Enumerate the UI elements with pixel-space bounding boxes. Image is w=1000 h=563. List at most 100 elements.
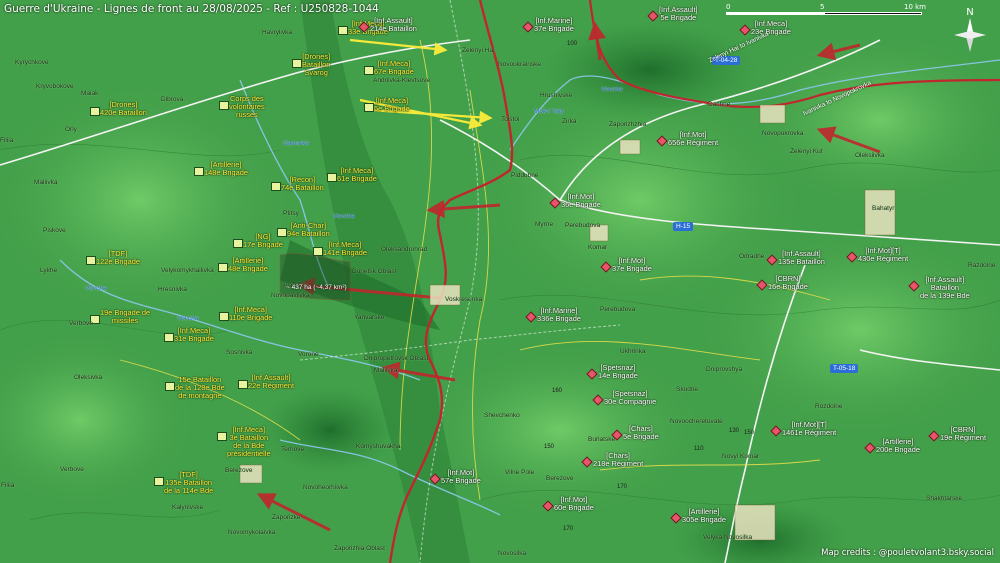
ukrainian-unit-icon [364,103,374,112]
place-label: Havrylivka [262,29,292,36]
map-title: Guerre d'Ukraine - Lignes de front au 28… [4,3,379,15]
place-label: Voskresenka [445,296,483,303]
place-label: Perebudova [565,222,601,229]
ukrainian-unit-icon [86,256,96,265]
map-credit: Map credits : @pouletvolant3.bsky.social [821,548,994,558]
russian-unit-label: [Spetsnaz] 14e Brigade [598,364,638,380]
unit-line: 305e Brigade [682,515,726,524]
unit-line: de montagne [178,391,222,400]
unit-line: Svarog [304,68,328,77]
place-label: Komyshuvakha [356,443,401,450]
russian-unit-label: [Spetsnaz] 30e Compagnie [604,390,656,406]
ukrainian-unit-icon [219,101,229,110]
place-label: Skudne [676,386,699,393]
ukrainian-unit-icon [90,107,100,116]
russian-unit-label: [Chars] 5e Brigade [623,425,659,441]
place-label: Zaporizke [272,514,301,521]
unit-line: 74e Bataillon [281,183,324,192]
ukrainian-unit-icon [218,263,228,272]
unit-line: 31e Brigade [174,334,214,343]
scale-label-5: 5 [820,3,825,11]
elevation-label: 170 [563,526,574,532]
place-label: Oleksiivka [855,152,885,159]
ukrainian-unit-icon [338,26,348,35]
russian-unit-label: [Inf.Assault] 5e Brigade [659,6,698,22]
place-label: Bahatyr [872,205,895,212]
russian-unit-label: [Inf.Assault] Bataillon de la 139e Bde [920,276,970,300]
place-label: Kalynivske [172,504,204,511]
unit-line: 19e Régiment [940,433,987,442]
ukrainian-unit-label: [Inf.Meca] 3e Bataillon de la Bde président… [227,426,271,458]
river-label: Vovcha [333,213,355,220]
unit-line: missiles [111,316,139,325]
russian-unit-label: [Inf.Mot] 60e Brigade [554,496,594,512]
unit-line: 48e Brigade [228,264,268,273]
place-label: Filiia [1,482,15,489]
place-label: Hrushivske [540,92,573,99]
unit-line: 656e Régiment [668,138,719,147]
place-label: Novopokrovka [762,130,804,137]
river-label: Vovcha [85,285,107,292]
place-label: Novosilka [498,550,527,557]
ukrainian-unit-label: Corps des volontaires russes [229,95,265,119]
unit-line: 336e Brigade [537,314,581,323]
place-label: Shakhtarske [926,495,963,502]
place-label: Kryvobokove [36,83,74,90]
place-label: Novyi Komar [722,453,760,460]
river-label: Samarka [283,140,310,147]
unit-line: 5e Brigade [374,104,410,113]
unit-line: 36e Brigade [561,200,601,209]
place-label: Rozdolne [815,403,843,410]
unit-line: de la 114e Bde [164,486,214,495]
ukrainian-unit-label: [Recon] 74e Bataillon [281,176,324,192]
russian-unit-label: [Inf.Mot] 37e Brigade [612,257,652,273]
unit-line: 200e Brigade [876,445,920,454]
unit-line: 67e Brigade [374,67,414,76]
place-label: Verbove [60,466,84,473]
ukrainian-unit-label: [Inf.Meca] 110e Brigade [229,306,272,322]
ukrainian-unit-label: [Inf.Meca] 5e Brigade [374,97,410,113]
place-label: Orly [65,126,77,133]
ukrainian-unit-label: [Drones] 420e Bataillon [100,101,147,117]
russian-unit-label: [Inf.Mot][T] 1461e Régiment [782,421,836,437]
unit-line: 218e Régiment [593,459,644,468]
unit-line: 57e Brigade [441,476,481,485]
place-label: Ukhrinka [620,348,646,355]
russian-unit-label: [Inf.Mot] 57e Brigade [441,469,481,485]
place-label: Zelenyi Hai [462,47,495,54]
ukrainian-unit-label: [Inf.Meca] 31e Brigade [174,327,214,343]
place-label: Shevchenko [484,412,520,419]
place-label: Maliivka [34,179,58,186]
place-label: Myrne [535,221,554,228]
unit-line: 148e Brigade [204,168,248,177]
place-label: Novoocheretuvate [670,418,723,425]
ukrainian-unit-label: [Inf.Assault] 22e Régiment [248,374,294,390]
elevation-label: 150 [744,430,755,436]
place-label: Dniprovshya [706,366,743,373]
russian-unit-label: [Artillerie] 305e Brigade [682,508,726,524]
place-label: Kyrychkove [15,59,49,66]
ukrainian-unit-label: 19e Brigade de missiles [100,309,150,325]
place-label: Perebudova [600,306,636,313]
place-label: Razdolne [968,262,996,269]
place-label: Berezove [225,467,253,474]
elevation-label: 150 [544,444,555,450]
place-label: Andriivka-Klevtsove [373,77,431,84]
russian-unit-label: [Inf.Assault] 135e Bataillon [778,250,825,266]
ukrainian-unit-icon [194,167,204,176]
place-label: Ternove [281,446,305,453]
ukrainian-unit-icon [233,239,243,248]
elevation-label: 110 [694,446,704,452]
russian-unit-label: [Artillerie] 200e Brigade [876,438,920,454]
compass-label: N [966,7,973,18]
unit-line: 61e Brigade [337,174,377,183]
road-shield: H-15 [673,222,694,231]
scale-label-0: 0 [726,3,731,11]
place-label: Lykhe [40,267,58,274]
elevation-label: 160 [552,388,563,394]
ukrainian-unit-label: [TDF] 135e Bataillon de la 114e Bde [164,471,213,495]
ukrainian-unit-label: [Inf.Meca] 141e Brigade [323,241,367,257]
russian-unit-label: [Chars] 218e Régiment [593,452,643,468]
place-label: Novoheorhiivka [303,484,348,491]
russian-unit-label: [Inf.Mot] 656e Régiment [668,131,718,147]
